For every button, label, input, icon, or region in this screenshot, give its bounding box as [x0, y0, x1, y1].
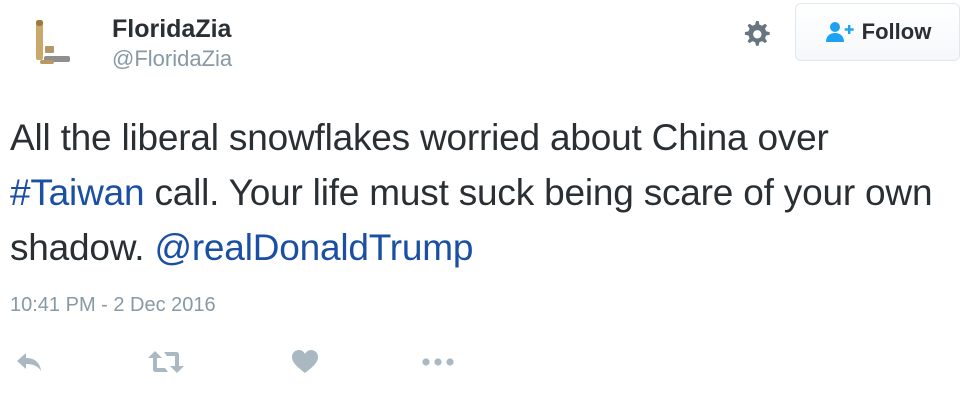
tweet-text: All the liberal snowflakes worried about…	[10, 110, 960, 275]
display-name[interactable]: FloridaZia	[112, 14, 231, 44]
avatar[interactable]	[22, 12, 82, 72]
retweet-icon[interactable]	[146, 347, 186, 377]
reply-icon[interactable]	[14, 347, 44, 377]
follow-user-icon	[825, 22, 854, 42]
mention-link[interactable]: @realDonaldTrump	[154, 227, 473, 268]
timestamp[interactable]: 10:41 PM - 2 Dec 2016	[10, 294, 216, 317]
tweet-text-part: All the liberal snowflakes worried about…	[10, 117, 829, 158]
more-icon[interactable]	[420, 347, 456, 377]
gear-icon[interactable]	[738, 15, 774, 51]
screen-name[interactable]: @FloridaZia	[112, 46, 232, 72]
like-icon[interactable]	[290, 347, 320, 377]
hashtag-link[interactable]: #Taiwan	[10, 172, 145, 213]
tweet-card: FloridaZia @FloridaZia Follow All the li…	[0, 0, 970, 400]
follow-label: Follow	[861, 19, 932, 44]
follow-button[interactable]: Follow	[795, 3, 960, 61]
